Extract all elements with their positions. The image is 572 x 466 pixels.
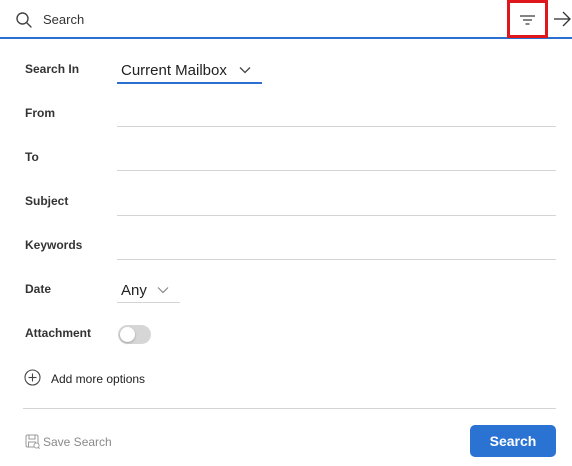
to-label: To — [25, 150, 39, 164]
search-in-dropdown[interactable]: Current Mailbox — [117, 56, 262, 84]
date-label: Date — [25, 282, 52, 296]
search-button[interactable]: Search — [470, 425, 556, 457]
filter-icon — [520, 15, 535, 25]
attachment-label: Attachment — [25, 326, 92, 340]
search-icon — [16, 12, 32, 28]
from-field[interactable] — [117, 126, 556, 127]
plus-circle-icon — [24, 369, 41, 386]
search-in-value: Current Mailbox — [121, 62, 227, 79]
to-field[interactable] — [117, 170, 556, 171]
save-search-label: Save Search — [43, 435, 112, 449]
date-dropdown[interactable]: Any — [117, 276, 180, 303]
chevron-down-icon — [239, 67, 251, 74]
keywords-field[interactable] — [117, 259, 556, 260]
filter-button[interactable] — [507, 0, 548, 38]
from-label: From — [25, 106, 55, 120]
subject-field[interactable] — [117, 215, 556, 216]
search-in-label: Search In — [25, 62, 80, 76]
chevron-down-icon — [157, 287, 169, 294]
toggle-knob — [120, 327, 135, 342]
search-bar[interactable]: Search — [0, 0, 572, 39]
date-value: Any — [121, 282, 147, 299]
attachment-toggle[interactable] — [118, 325, 151, 344]
keywords-label: Keywords — [25, 238, 83, 252]
save-icon — [25, 434, 40, 449]
arrow-right-icon[interactable] — [552, 10, 572, 28]
add-more-options-label: Add more options — [51, 372, 146, 386]
divider — [23, 408, 556, 409]
subject-label: Subject — [25, 194, 69, 208]
search-input[interactable]: Search — [43, 12, 84, 27]
